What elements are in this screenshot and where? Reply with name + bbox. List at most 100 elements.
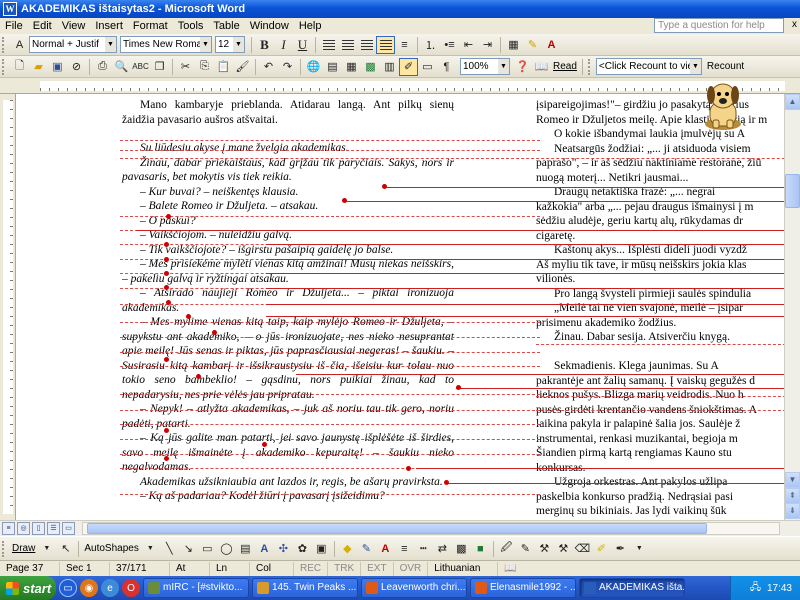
highlighter-icon[interactable]: ✐: [592, 540, 611, 558]
wordart-icon[interactable]: A: [255, 540, 274, 558]
spelling-icon[interactable]: ABC: [131, 58, 150, 76]
autoshapes-button[interactable]: AutoShapes: [82, 543, 141, 554]
diagram-icon[interactable]: ✣: [274, 540, 293, 558]
save-icon[interactable]: ▣: [48, 58, 67, 76]
next-page-icon[interactable]: ⇟: [785, 503, 800, 519]
font-color-button[interactable]: A: [542, 36, 561, 54]
textbox-icon[interactable]: ▤: [236, 540, 255, 558]
italic-button[interactable]: I: [274, 36, 293, 54]
text-line[interactable]: merginų su bikiniais. Jas lydi vaikinų š…: [536, 504, 784, 519]
text-line[interactable]: Šiandien pirmą kartą rengiamas Kauno stu: [536, 446, 784, 461]
text-line[interactable]: Neatsargūs žodžiai: „... ji atsiduoda vi…: [536, 142, 784, 157]
text-line[interactable]: O kokie išbandymai laukia įmulvėjų su A: [536, 127, 784, 142]
print-preview-icon[interactable]: 🔍: [112, 58, 131, 76]
format-painter-icon[interactable]: 🖌: [233, 58, 252, 76]
3d-icon[interactable]: ■: [471, 540, 490, 558]
word-app-icon[interactable]: W: [3, 2, 17, 16]
paragraph[interactable]: Žinau, dabar priekaištaus, kad grįžau ti…: [122, 156, 454, 185]
text-line[interactable]: pakrantėje ant žalių samanų. Į vaiskų ge…: [536, 374, 784, 389]
drawing-icon[interactable]: ✐: [399, 57, 418, 76]
revision-anchor-icon[interactable]: [166, 214, 171, 219]
menu-edit[interactable]: Edit: [28, 20, 57, 32]
help-icon[interactable]: ❓: [513, 58, 532, 76]
text-line[interactable]: paskelbia konkurso pradžią. Nedrąsiai pa…: [536, 490, 784, 505]
read-icon[interactable]: 📖: [532, 58, 551, 76]
horizontal-scroll-thumb[interactable]: [87, 523, 707, 534]
tables-borders-icon[interactable]: ▤: [323, 58, 342, 76]
toolbar-grip[interactable]: [2, 36, 6, 53]
reading-view-icon[interactable]: ▭: [62, 522, 75, 535]
menu-insert[interactable]: Insert: [90, 20, 128, 32]
align-center-button[interactable]: [338, 36, 357, 54]
zoom-select[interactable]: 100% ▼: [460, 58, 510, 75]
chevron-down-icon[interactable]: ▼: [630, 540, 649, 558]
menu-format[interactable]: Format: [128, 20, 173, 32]
undo-icon[interactable]: ↶: [259, 58, 278, 76]
paragraph[interactable]: Mano kambaryje prieblanda. Atidarau lang…: [122, 98, 454, 127]
text-line[interactable]: Kaštonų akys... Išplėsti dideli juodi vy…: [536, 243, 784, 258]
status-ovr[interactable]: OVR: [394, 561, 429, 576]
ink-color-icon[interactable]: ✒: [611, 540, 630, 558]
hyperlink-icon[interactable]: 🌐: [304, 58, 323, 76]
vertical-scrollbar[interactable]: ▲ ▼ ⇞ ⇟: [784, 94, 800, 520]
stamp-icon[interactable]: ⚒: [535, 540, 554, 558]
copy-icon[interactable]: ⎘: [195, 58, 214, 76]
align-right-button[interactable]: [357, 36, 376, 54]
paragraph[interactable]: – Mes prisiekėme mylėti vienas kitą amži…: [122, 257, 454, 286]
bullets-button[interactable]: •≡: [440, 36, 459, 54]
rectangle-icon[interactable]: ▭: [198, 540, 217, 558]
eraser-icon[interactable]: ⌫: [573, 540, 592, 558]
print-view-icon[interactable]: ▯: [32, 522, 45, 535]
chevron-down-icon[interactable]: ▼: [233, 37, 244, 52]
text-line[interactable]: sėdžiu aludėje, geriu kartų alų, rūkydam…: [536, 214, 784, 229]
taskbar-button[interactable]: Elenasmile1992 - ...: [470, 578, 576, 598]
border-button[interactable]: ▦: [504, 36, 523, 54]
increase-indent-button[interactable]: ⇥: [478, 36, 497, 54]
line-spacing-button[interactable]: ≡: [395, 36, 414, 54]
insert-table-icon[interactable]: ▦: [342, 58, 361, 76]
right-text-column[interactable]: įsipareigojimas!"– girdžiu jo pasakytą ž…: [536, 98, 784, 520]
font-color-icon[interactable]: A: [376, 540, 395, 558]
vertical-ruler[interactable]: [0, 94, 16, 520]
draw-menu-button[interactable]: Draw: [10, 543, 37, 554]
select-objects-icon[interactable]: ↖: [56, 540, 75, 558]
new-document-icon[interactable]: 🗋: [10, 58, 29, 76]
opera-quicklaunch-icon[interactable]: O: [122, 579, 140, 597]
menu-window[interactable]: Window: [245, 20, 294, 32]
horizontal-scrollbar[interactable]: ≡ ◎ ▯ ☰ ▭: [0, 520, 800, 536]
dash-style-icon[interactable]: ┅: [414, 540, 433, 558]
text-line[interactable]: Žinau. Dabar sesija. Atsiverčiu knygą.: [536, 330, 784, 345]
paragraph[interactable]: – Nepyk! – atlyžta akademikas, – juk aš …: [122, 402, 454, 431]
paragraph[interactable]: Su liūdesiu akyse į mane žvelgia akademi…: [122, 141, 454, 156]
revision-anchor-icon[interactable]: [164, 285, 169, 290]
bold-button[interactable]: B: [255, 36, 274, 54]
scroll-down-icon[interactable]: ▼: [785, 472, 800, 488]
styles-pane-icon[interactable]: A: [10, 36, 29, 54]
revision-anchor-icon[interactable]: [164, 357, 169, 362]
read-button[interactable]: Read: [551, 61, 579, 72]
text-line[interactable]: Romeo ir Džuljetos meilę. Apie klastinga…: [536, 113, 784, 128]
shadow-icon[interactable]: ▩: [452, 540, 471, 558]
status-trk[interactable]: TRK: [328, 561, 362, 576]
arrow-style-icon[interactable]: ⇄: [433, 540, 452, 558]
chevron-down-icon[interactable]: ▼: [689, 59, 701, 74]
taskbar-button[interactable]: mIRC - [#stvikto...: [143, 578, 249, 598]
network-icon[interactable]: 🖧: [750, 580, 761, 597]
font-size-select[interactable]: 12 ▼: [215, 36, 245, 53]
word-count-select[interactable]: <Click Recount to view> ▼: [595, 58, 702, 75]
document-area[interactable]: Mano kambaryje prieblanda. Atidarau lang…: [16, 94, 784, 520]
revision-anchor-icon[interactable]: [164, 428, 169, 433]
toolbar-grip[interactable]: [2, 58, 6, 75]
show-desktop-icon[interactable]: ▭: [59, 579, 77, 597]
permission-icon[interactable]: ⊘: [67, 58, 86, 76]
text-line[interactable]: vilionės.: [536, 272, 784, 287]
clipart-icon[interactable]: ✿: [293, 540, 312, 558]
fill-color-icon[interactable]: ◆: [338, 540, 357, 558]
revision-anchor-icon[interactable]: [164, 242, 169, 247]
menu-file[interactable]: File: [0, 20, 28, 32]
paste-icon[interactable]: 📋: [214, 58, 233, 76]
ie-quicklaunch-icon[interactable]: e: [101, 579, 119, 597]
document-close-icon[interactable]: x: [792, 19, 797, 30]
scroll-up-icon[interactable]: ▲: [785, 94, 800, 110]
menu-tools[interactable]: Tools: [173, 20, 209, 32]
